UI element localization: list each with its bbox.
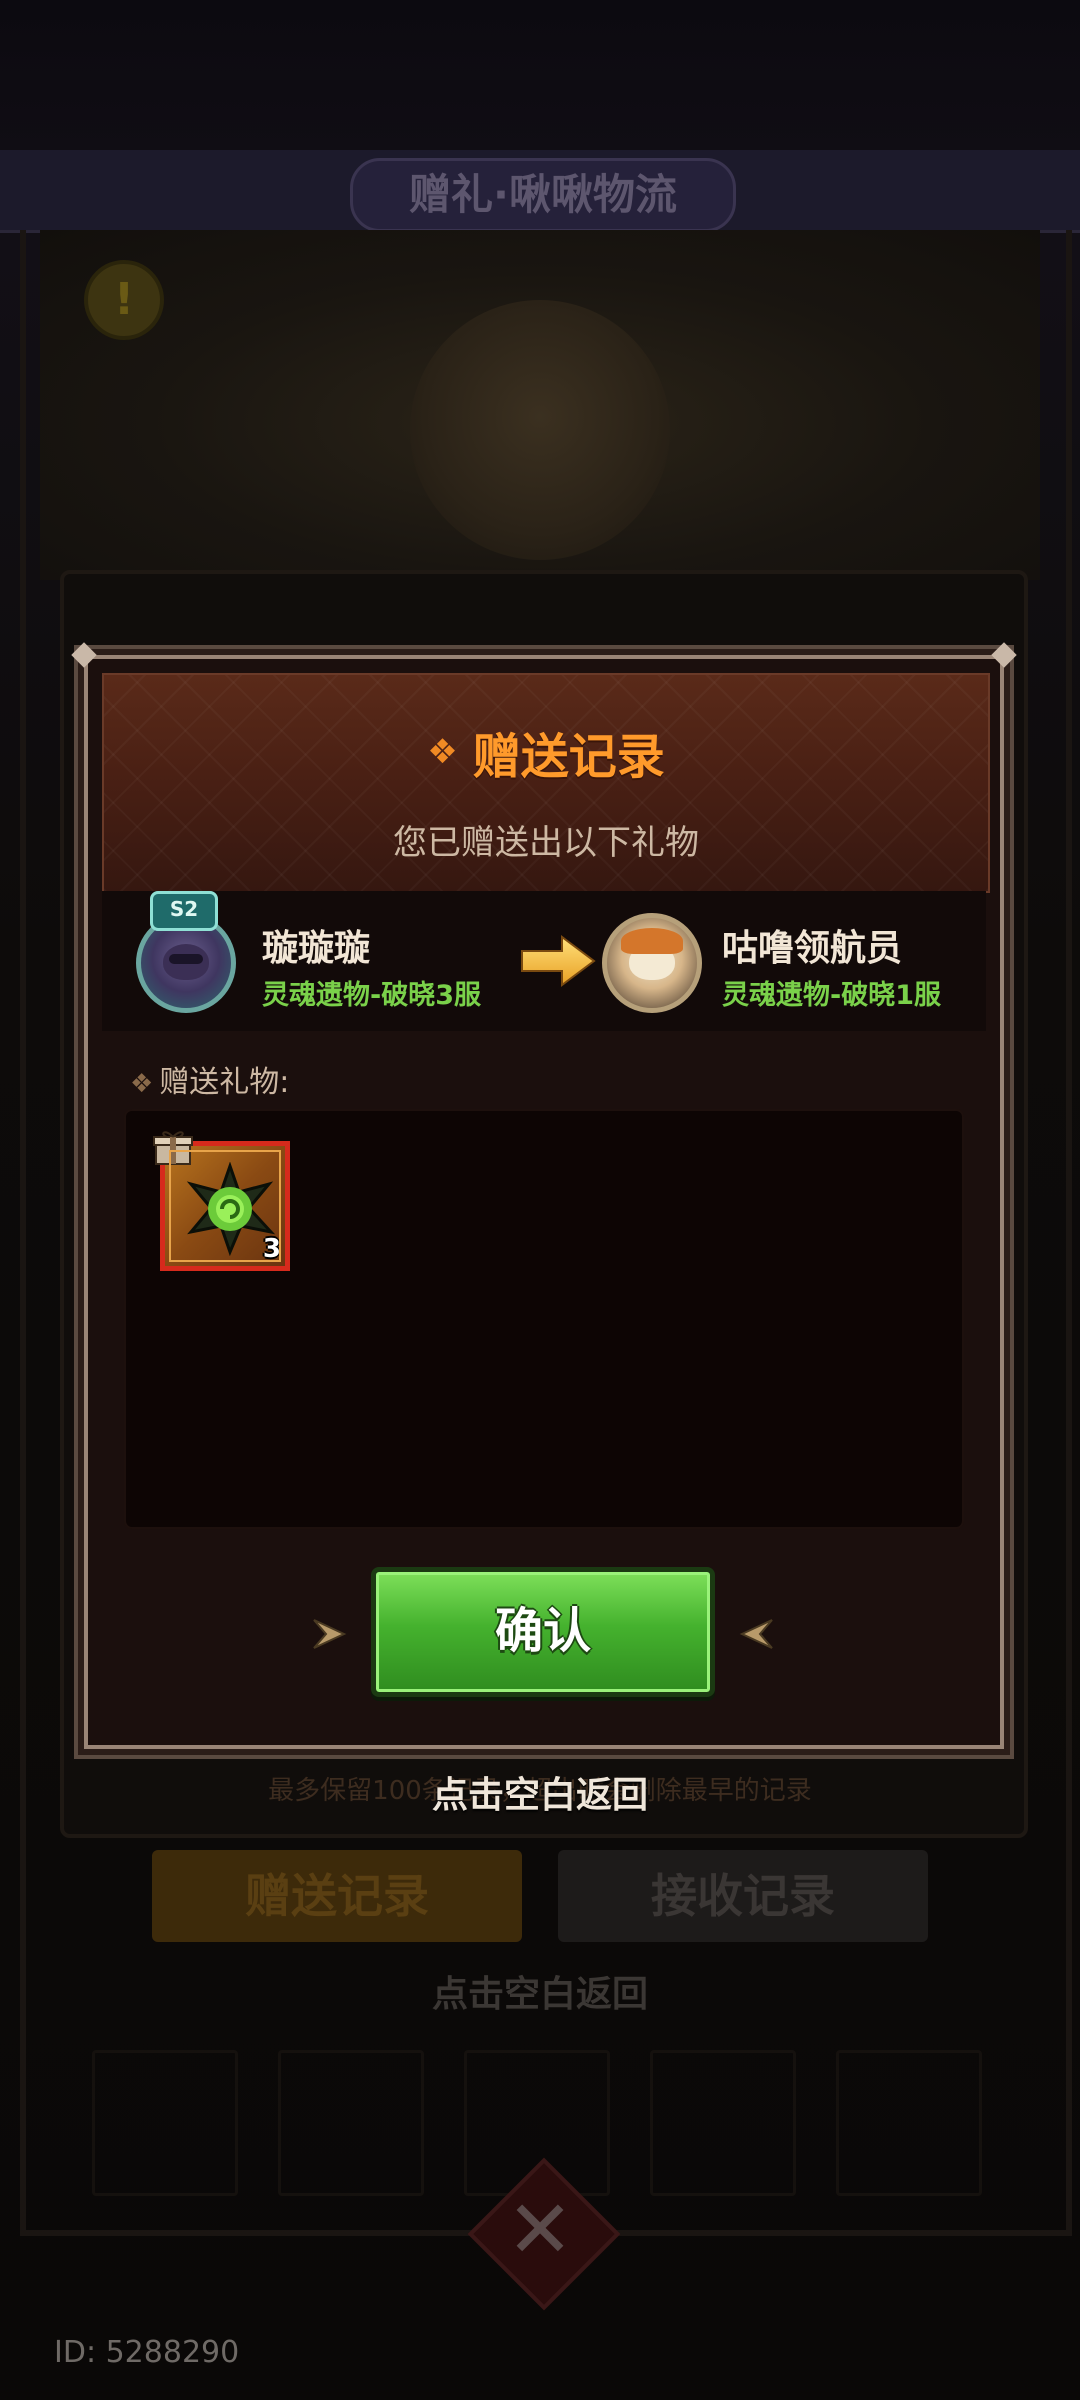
gift-item[interactable]: 3 [153, 1131, 290, 1271]
tab-send-records[interactable]: 赠送记录 [152, 1850, 522, 1942]
tab-receive-records[interactable]: 接收记录 [558, 1850, 928, 1942]
bg-title: 赠礼·啾啾物流 [350, 158, 736, 232]
fox-avatar-image [621, 928, 683, 980]
wing-ornament-icon [739, 1619, 773, 1649]
season-badge: S2 [150, 891, 218, 931]
gift-record-modal: ❖ 赠送记录 您已赠送出以下礼物 S2 璇璇璇 灵魂遗物-破晓3服 咕噜领航员 … [84, 655, 1004, 1749]
bg-slot [278, 2050, 424, 2196]
diamond-icon: ❖ [427, 732, 458, 772]
sender-name: 璇璇璇 [262, 928, 371, 969]
modal-subtitle: 您已赠送出以下礼物 [393, 823, 699, 863]
confirm-button[interactable]: 确认 [371, 1567, 715, 1697]
tap-blank-to-return[interactable]: 点击空白返回 [0, 1766, 1080, 1818]
players-row: S2 璇璇璇 灵魂遗物-破晓3服 咕噜领航员 灵魂遗物-破晓1服 [102, 891, 986, 1031]
green-spiked-gem-icon [186, 1162, 276, 1256]
arrow-right-icon [521, 935, 596, 987]
close-icon: ✕ [506, 2183, 574, 2276]
gifts-label: 赠送礼物: [159, 1065, 290, 1100]
receiver-server: 灵魂遗物-破晓1服 [722, 980, 941, 1011]
bg-slot [650, 2050, 796, 2196]
gifts-label-row: ❖ 赠送礼物: [130, 1057, 289, 1101]
sender-server: 灵魂遗物-破晓3服 [262, 980, 481, 1011]
diamond-icon: ❖ [130, 1069, 154, 1099]
receiver-avatar [602, 913, 702, 1013]
modal-title: 赠送记录 [472, 729, 665, 785]
bg-slot [92, 2050, 238, 2196]
gift-quantity: 3 [262, 1234, 281, 1264]
bg-slot [836, 2050, 982, 2196]
gifts-list: 3 [124, 1109, 964, 1529]
bg-tap-return: 点击空白返回 [431, 1974, 648, 2015]
receiver-name: 咕噜领航员 [722, 928, 903, 969]
modal-header: ❖ 赠送记录 您已赠送出以下礼物 [102, 673, 990, 893]
player-id: ID: 5288290 [54, 2335, 240, 2370]
wing-ornament-icon [313, 1619, 347, 1649]
gift-box-icon [153, 1131, 193, 1165]
modal-title-row: ❖ 赠送记录 [104, 717, 988, 787]
raccoon-avatar-image [163, 944, 209, 980]
